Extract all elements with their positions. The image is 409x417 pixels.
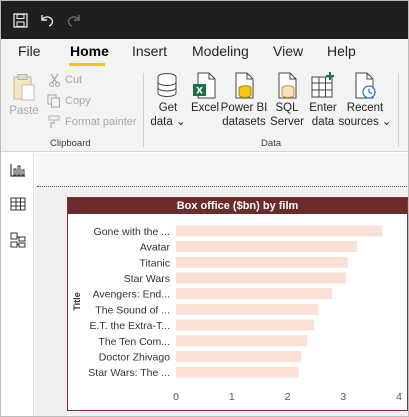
report-view-icon[interactable] — [9, 161, 27, 179]
copy-icon — [46, 93, 62, 109]
recent-label-2: sources ⌄ — [338, 116, 392, 128]
x-tick-label: 3 — [340, 391, 346, 403]
save-icon[interactable] — [11, 11, 29, 29]
redo-icon[interactable] — [65, 11, 83, 29]
x-tick-label: 2 — [285, 391, 291, 403]
excel-button[interactable]: X Excel — [190, 71, 220, 115]
paste-label: Paste — [9, 105, 39, 117]
paste-button[interactable]: Paste — [8, 73, 40, 118]
bar[interactable] — [176, 303, 319, 315]
recent-label-1: Recent — [346, 102, 384, 114]
model-view-icon[interactable] — [9, 231, 27, 249]
category-label: Star Wars — [124, 273, 170, 285]
tab-modeling[interactable]: Modeling — [192, 43, 249, 59]
tab-view[interactable]: View — [273, 43, 303, 59]
active-tab-indicator — [69, 63, 105, 66]
dataset-icon — [235, 72, 254, 99]
ribbon-separator — [143, 73, 144, 147]
category-label: The Sound of ... — [95, 304, 170, 316]
bar[interactable] — [176, 272, 347, 284]
bar[interactable] — [176, 288, 333, 300]
tab-help[interactable]: Help — [327, 43, 356, 59]
bar[interactable] — [176, 350, 302, 362]
view-switcher — [1, 153, 34, 416]
format-painter-label: Format painter — [65, 116, 137, 128]
bar-chart-svg: Gone with the ... Avatar Titanic Star Wars A… — [72, 225, 402, 410]
tab-insert[interactable]: Insert — [132, 43, 167, 59]
enter-label-1: Enter — [309, 102, 337, 114]
bar[interactable] — [176, 256, 348, 268]
x-axis-label: Gross ($bn) — [258, 409, 309, 410]
excel-icon: X — [193, 72, 216, 99]
category-label: Titanic — [139, 257, 170, 269]
enter-label-2: data — [311, 116, 335, 128]
data-group-label: Data — [261, 138, 282, 149]
sql-label-1: SQL — [275, 102, 299, 114]
title-bar — [1, 1, 408, 39]
x-tick-label: 0 — [173, 391, 179, 403]
canvas-header — [35, 153, 408, 186]
data-view-icon[interactable] — [9, 195, 27, 213]
cut-label: Cut — [65, 74, 83, 86]
get-data-label-1: Get — [158, 102, 178, 114]
category-label: Doctor Zhivago — [99, 351, 170, 363]
sql-server-button[interactable]: SQL Server — [270, 71, 304, 129]
enter-data-button[interactable]: Enter data — [307, 71, 339, 129]
paintbrush-icon — [46, 114, 62, 130]
recent-sources-button[interactable]: Recent sources ⌄ — [338, 71, 392, 129]
copy-label: Copy — [65, 95, 91, 107]
menu-bar: File Home Insert Modeling View Help — [1, 39, 408, 67]
powerbi-datasets-button[interactable]: Power BI datasets — [220, 71, 268, 129]
recent-sources-icon — [355, 72, 376, 99]
category-label: Gone with the ... — [94, 226, 170, 238]
category-label: E.T. the Extra-T... — [89, 320, 170, 332]
bar[interactable] — [176, 366, 299, 378]
powerbi-label-2: datasets — [222, 116, 266, 128]
ribbon-separator-2 — [398, 73, 399, 147]
sql-server-icon — [278, 72, 297, 99]
page-boundary-line — [37, 186, 407, 187]
svg-text:X: X — [196, 87, 203, 97]
category-label: Star Wars: The ... — [88, 367, 170, 379]
bar[interactable] — [176, 225, 383, 237]
x-tick-label: 4 — [396, 391, 402, 403]
get-data-button[interactable]: Get data ⌄ — [149, 71, 187, 129]
category-label: The Ten Com... — [98, 336, 170, 348]
scissors-icon — [46, 72, 62, 88]
tab-file[interactable]: File — [18, 43, 41, 59]
format-painter-button[interactable]: Format painter — [46, 114, 137, 130]
tab-home[interactable]: Home — [70, 43, 109, 59]
clipboard-group-label: Clipboard — [50, 138, 91, 149]
excel-label: Excel — [190, 102, 220, 114]
x-tick-label: 1 — [229, 391, 235, 403]
category-label: Avatar — [140, 242, 171, 254]
y-axis-label: Title — [72, 292, 82, 310]
bar[interactable] — [176, 335, 308, 347]
table-plus-icon — [311, 72, 334, 98]
database-icon — [157, 73, 177, 98]
undo-icon[interactable] — [38, 11, 56, 29]
sql-label-2: Server — [270, 116, 304, 128]
cut-button[interactable]: Cut — [46, 72, 82, 88]
bar[interactable] — [176, 241, 358, 253]
chart-title: Box office ($bn) by film — [68, 198, 407, 214]
paste-icon — [13, 74, 35, 101]
bar[interactable] — [176, 319, 315, 331]
powerbi-label-1: Power BI — [220, 102, 268, 114]
get-data-label-2: data ⌄ — [150, 116, 186, 128]
app-window: File Home Insert Modeling View Help Past… — [0, 0, 409, 417]
copy-button[interactable]: Copy — [46, 93, 91, 109]
category-label: Avengers: End... — [93, 289, 170, 301]
